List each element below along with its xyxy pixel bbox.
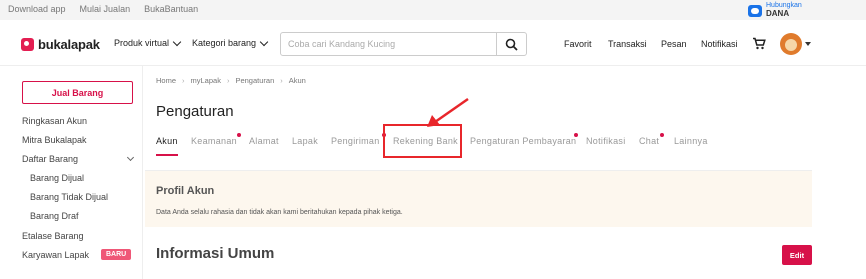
sidebar-item-barang-dijual[interactable]: Barang Dijual [30,173,84,183]
tab-pengaturan-pembayaran[interactable]: Pengaturan Pembayaran [470,133,578,146]
baru-badge: BARU [101,249,132,260]
breadcrumb: Home › myLapak › Pengaturan › Akun [156,76,306,85]
chevron-right-icon: › [226,76,230,85]
produk-virtual-dropdown[interactable]: Produk virtual [114,37,182,48]
notification-dot [574,133,578,137]
breadcrumb-mylapak[interactable]: myLapak [191,76,221,85]
bukabantuan-link[interactable]: BukaBantuan [144,4,198,14]
search-bar [280,32,527,56]
breadcrumb-pengaturan[interactable]: Pengaturan [235,76,274,85]
sidebar-item-barang-tidak-dijual[interactable]: Barang Tidak Dijual [30,192,108,202]
top-bar: Download app Mulai Jualan BukaBantuan Hu… [0,0,866,20]
jual-barang-button[interactable]: Jual Barang [22,81,133,104]
profile-description: Data Anda selalu rahasia dan tidak akan … [156,209,403,216]
search-input[interactable] [281,33,496,55]
active-tab-indicator [156,154,178,156]
search-button[interactable] [496,33,526,55]
dana-wallet-icon [748,5,762,17]
tab-notifikasi[interactable]: Notifikasi [586,136,626,146]
tab-pengiriman-label: Pengiriman [331,136,380,146]
mulai-jualan-link[interactable]: Mulai Jualan [80,4,131,14]
tab-akun[interactable]: Akun [156,136,178,146]
tab-lainnya[interactable]: Lainnya [674,136,708,146]
caret-down-icon[interactable] [805,42,811,46]
chevron-down-icon [172,37,182,46]
chevron-down-icon [259,37,269,46]
bukalapak-logo[interactable]: bukalapak [21,37,100,52]
highlight-box-annotation [383,124,462,158]
search-icon [505,38,518,51]
chevron-right-icon: › [182,76,185,85]
edit-button[interactable]: Edit [782,245,812,265]
cart-icon[interactable] [752,37,766,50]
tab-keamanan[interactable]: Keamanan [191,133,241,146]
transaksi-link[interactable]: Transaksi [608,39,647,49]
annotation-arrow-icon [427,97,469,127]
bukalapak-logo-icon [21,38,34,51]
profile-title: Profil Akun [156,185,215,197]
sidebar-item-mitra-bukalapak[interactable]: Mitra Bukalapak [22,135,87,145]
avatar[interactable] [780,33,802,55]
notifikasi-link[interactable]: Notifikasi [701,39,738,49]
page-title: Pengaturan [156,103,234,120]
tab-keamanan-label: Keamanan [191,136,237,146]
tab-pengiriman[interactable]: Pengiriman [331,133,386,146]
sidebar-item-etalase-barang[interactable]: Etalase Barang [22,231,84,241]
chevron-right-icon: › [280,76,283,85]
dana-label-2: DANA [766,9,790,18]
tab-chat[interactable]: Chat [639,133,664,146]
tab-pengaturan-pembayaran-label: Pengaturan Pembayaran [470,136,577,146]
sidebar-item-daftar-barang[interactable]: Daftar Barang [22,154,78,164]
hubungkan-dana-link[interactable]: Hubungkan DANA [748,2,802,18]
kategori-barang-dropdown[interactable]: Kategori barang [192,37,269,48]
favorit-link[interactable]: Favorit [564,39,592,49]
kategori-barang-label: Kategori barang [192,38,257,48]
sidebar-item-karyawan-lapak[interactable]: Karyawan Lapak [22,250,89,260]
pesan-link[interactable]: Pesan [661,39,687,49]
sidebar-item-barang-draf[interactable]: Barang Draf [30,211,79,221]
notification-dot [660,133,664,137]
tab-lapak[interactable]: Lapak [292,136,318,146]
profile-section: Profil Akun Data Anda selalu rahasia dan… [145,170,812,227]
header: bukalapak Produk virtual Kategori barang… [0,20,866,66]
logo-text: bukalapak [38,37,100,52]
tab-alamat[interactable]: Alamat [249,136,279,146]
sidebar-item-ringkasan-akun[interactable]: Ringkasan Akun [22,116,87,126]
tab-chat-label: Chat [639,136,660,146]
top-links: Download app Mulai Jualan BukaBantuan [8,4,198,14]
chevron-down-icon[interactable] [126,153,135,162]
breadcrumb-akun: Akun [288,76,306,85]
notification-dot [237,133,241,137]
informasi-umum-title: Informasi Umum [156,245,275,262]
download-app-link[interactable]: Download app [8,4,66,14]
sidebar: Jual Barang Ringkasan Akun Mitra Bukalap… [0,66,143,279]
produk-virtual-label: Produk virtual [114,38,170,48]
breadcrumb-home[interactable]: Home [156,76,176,85]
